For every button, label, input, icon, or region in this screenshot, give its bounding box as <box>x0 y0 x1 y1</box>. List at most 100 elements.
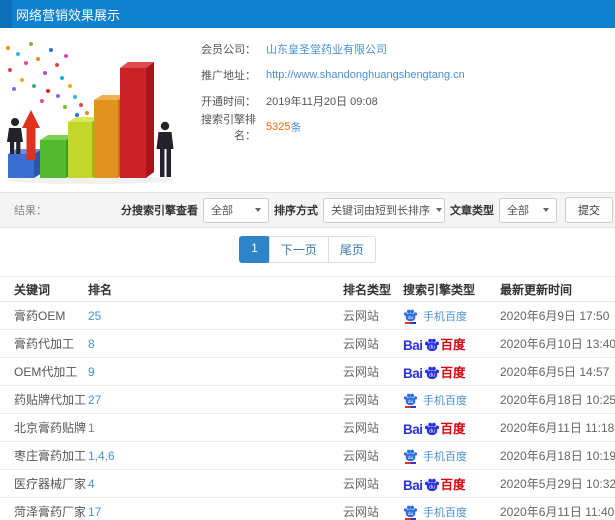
baidu-logo[interactable]: Bai du 百度 <box>403 334 466 353</box>
article-type-select[interactable]: 全部 <box>499 197 557 223</box>
baidu-paw-icon: du <box>403 449 418 464</box>
keyword-cell: OEM代加工 <box>14 365 78 379</box>
table-row: OEM代加工 9 云网站 Bai du 百度 2020年6月5日 14:57 <box>0 358 615 386</box>
engine-cell: du 手机百度 <box>403 448 500 464</box>
updated-cell: 2020年6月10日 13:40 <box>500 337 615 351</box>
businessman-right <box>156 121 174 177</box>
open-time-value: 2019年11月20日 09:08 <box>266 96 378 108</box>
submit-button[interactable]: 提交 <box>565 197 613 223</box>
page-title: 网络营销效果展示 <box>16 7 121 23</box>
paw-underline <box>405 406 416 408</box>
engine-cell: du 手机百度 <box>403 392 500 408</box>
rank-type-cell: 云网站 <box>343 421 380 435</box>
engine-cell: Bai du 百度 <box>403 362 500 381</box>
baidu-logo-name: 百度 <box>440 338 466 352</box>
engine-cell: du 手机百度 <box>403 308 500 324</box>
businessman-left <box>7 118 23 154</box>
chevron-down-icon <box>436 208 442 212</box>
engine-select-value: 全部 <box>211 205 233 217</box>
mobile-baidu-label: 手机百度 <box>423 310 467 323</box>
baidu-logo[interactable]: Bai du 百度 <box>403 474 466 493</box>
open-time-label: 开通时间： <box>201 96 256 108</box>
confetti-dots <box>6 42 93 129</box>
result-label: 结果： <box>14 205 47 217</box>
rank-type-cell: 云网站 <box>343 449 380 463</box>
baidu-paw-icon: du <box>424 422 440 436</box>
table-header-row: 关键词 排名 排名类型 搜索引擎类型 最新更新时间 <box>0 276 615 302</box>
chevron-down-icon <box>543 208 549 212</box>
rank-link[interactable]: 25 <box>88 309 343 323</box>
sort-select-value: 关键词由短到长排序 <box>331 205 430 217</box>
info-row-url: 推广地址： http://www.shandonghuangshengtang.… <box>180 62 615 88</box>
table-row: 医疗器械厂家 4 云网站 Bai du 百度 2020年5月29日 10:32 <box>0 470 615 498</box>
rank-link[interactable]: 1 <box>88 421 343 435</box>
rank-count-label: 搜索引擎排名： <box>201 114 256 142</box>
table-row: 菏泽膏药厂家 17 云网站 du 手机百度 2020年6月11日 11:40 <box>0 498 615 520</box>
mobile-baidu-logo[interactable]: du 手机百度 <box>403 504 467 520</box>
baidu-logo[interactable]: Bai du 百度 <box>403 418 466 437</box>
engine-cell: Bai du 百度 <box>403 474 500 493</box>
rank-link[interactable]: 4 <box>88 477 343 491</box>
sort-select[interactable]: 关键词由短到长排序 <box>323 197 445 223</box>
baidu-logo[interactable]: Bai du 百度 <box>403 362 466 381</box>
header-rank-type: 排名类型 <box>343 282 392 297</box>
rank-link[interactable]: 9 <box>88 365 343 379</box>
updated-cell: 2020年6月11日 11:18 <box>500 421 615 435</box>
baidu-paw-icon: du <box>403 505 418 520</box>
mobile-baidu-label: 手机百度 <box>423 450 467 463</box>
keyword-cell: 北京膏药贴牌 <box>14 421 87 435</box>
updated-cell: 2020年6月5日 14:57 <box>500 365 610 379</box>
paw-underline <box>405 518 416 520</box>
results-table: 关键词 排名 排名类型 搜索引擎类型 最新更新时间 膏药OEM 25 云网站 d… <box>0 276 615 520</box>
engine-filter-label: 分搜索引擎查看 <box>121 205 198 217</box>
rank-link[interactable]: 8 <box>88 337 343 351</box>
mobile-baidu-logo[interactable]: du 手机百度 <box>403 392 467 408</box>
header-rank: 排名 <box>88 282 113 297</box>
table-row: 枣庄膏药加工 1,4,6 云网站 du 手机百度 2020年6月18日 10:1… <box>0 442 615 470</box>
table-row: 膏药代加工 8 云网站 Bai du 百度 2020年6月10日 13:40 <box>0 330 615 358</box>
promo-url-link[interactable]: http://www.shandonghuangshengtang.cn <box>266 69 465 81</box>
header-keyword: 关键词 <box>14 282 51 297</box>
mobile-baidu-logo[interactable]: du 手机百度 <box>403 448 467 464</box>
engine-cell: Bai du 百度 <box>403 334 500 353</box>
keyword-cell: 医疗器械厂家 <box>14 477 87 491</box>
rank-count-unit: 条 <box>290 122 302 134</box>
rank-link[interactable]: 27 <box>88 393 343 407</box>
article-type-label: 文章类型 <box>450 205 494 217</box>
svg-text:du: du <box>408 399 414 405</box>
svg-text:du: du <box>408 315 414 321</box>
keyword-cell: 膏药代加工 <box>14 337 75 351</box>
rank-type-cell: 云网站 <box>343 505 380 519</box>
pagination-last[interactable]: 尾页 <box>327 235 376 263</box>
svg-text:du: du <box>429 345 435 351</box>
header-accent <box>0 0 12 28</box>
pagination: 1 下一页 尾页 <box>239 235 376 263</box>
mobile-baidu-label: 手机百度 <box>423 394 467 407</box>
company-info: 会员公司： 山东皇圣堂药业有限公司 推广地址： http://www.shand… <box>180 28 615 142</box>
baidu-logo-bai: Bai <box>403 366 423 381</box>
engine-cell: du 手机百度 <box>403 504 500 520</box>
baidu-logo-bai: Bai <box>403 422 423 437</box>
pagination-page-1[interactable]: 1 <box>239 235 270 263</box>
bar-chart-illustration <box>6 42 174 184</box>
header-updated: 最新更新时间 <box>500 282 573 297</box>
svg-text:du: du <box>408 455 414 461</box>
keyword-cell: 枣庄膏药加工 <box>14 449 87 463</box>
keyword-cell: 药贴牌代加工 <box>14 393 87 407</box>
info-row-company: 会员公司： 山东皇圣堂药业有限公司 <box>180 36 615 62</box>
engine-select[interactable]: 全部 <box>203 197 269 223</box>
paw-underline <box>405 322 416 324</box>
updated-cell: 2020年6月18日 10:25 <box>500 393 615 407</box>
mobile-baidu-logo[interactable]: du 手机百度 <box>403 308 467 324</box>
chevron-down-icon <box>255 208 261 212</box>
member-company-link[interactable]: 山东皇圣堂药业有限公司 <box>266 41 387 57</box>
table-body: 膏药OEM 25 云网站 du 手机百度 2020年6月9日 17:50 膏药代… <box>0 302 615 520</box>
rank-type-cell: 云网站 <box>343 477 380 491</box>
summary-section: 会员公司： 山东皇圣堂药业有限公司 推广地址： http://www.shand… <box>0 28 615 192</box>
rank-link[interactable]: 1,4,6 <box>88 449 343 463</box>
pagination-next[interactable]: 下一页 <box>268 235 329 263</box>
rank-count-value: 5325 <box>266 121 291 133</box>
baidu-logo-name: 百度 <box>440 478 466 492</box>
rank-link[interactable]: 17 <box>88 505 343 519</box>
filter-bar: 结果： 分搜索引擎查看 全部 排序方式 关键词由短到长排序 文章类型 全部 提交 <box>0 192 615 228</box>
